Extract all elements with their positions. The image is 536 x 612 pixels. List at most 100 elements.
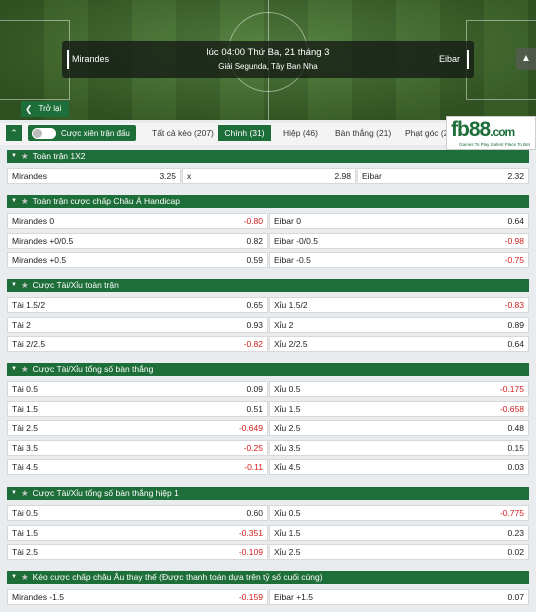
odds-value: 0.23: [507, 528, 524, 538]
odds-value: 0.02: [507, 547, 524, 557]
odds-value: -0.98: [504, 236, 524, 246]
star-icon[interactable]: ★: [21, 279, 29, 292]
back-label: Trở lại: [38, 104, 62, 113]
section-header[interactable]: ▼ ★ Toàn trận cược chấp Châu Á Handicap: [7, 195, 529, 208]
odds-value: -0.82: [243, 339, 263, 349]
odds-cell[interactable]: Xỉu 2/2.5 0.64: [269, 336, 529, 352]
caret-down-icon[interactable]: ▼: [11, 150, 17, 163]
collapse-all-icon[interactable]: ⌃: [6, 125, 22, 141]
odds-row: Mirandes 0 -0.80 Eibar 0 0.64: [7, 213, 529, 229]
odds-row: Tài 1.5 0.51 Xỉu 1.5 -0.658: [7, 401, 529, 417]
odds-value: 0.09: [246, 384, 263, 394]
selection-label: Xỉu 3.5: [274, 443, 301, 453]
pin-icon[interactable]: ▲: [516, 48, 536, 70]
caret-down-icon[interactable]: ▼: [11, 571, 17, 584]
odds-value: 0.15: [507, 443, 524, 453]
odds-row: Mirandes -1.5 -0.159 Eibar +1.5 0.07: [7, 589, 529, 605]
odds-cell[interactable]: Xỉu 4.5 0.03: [269, 459, 529, 475]
selection-label: Tài 1.5: [12, 528, 38, 538]
odds-cell[interactable]: Eibar 2.32: [357, 168, 529, 184]
odds-row: Tài 1.5/2 0.65 Xỉu 1.5/2 -0.83: [7, 297, 529, 313]
odds-cell[interactable]: Xỉu 0.5 -0.175: [269, 381, 529, 397]
section-header[interactable]: ▼ ★ Cược Tài/Xỉu toàn trận: [7, 279, 529, 292]
odds-cell[interactable]: Tài 2.5 -0.109: [7, 544, 268, 560]
odds-cell[interactable]: Tài 1.5 0.51: [7, 401, 268, 417]
section-header[interactable]: ▼ ★ Kèo cược chấp châu Âu thay thế (Được t…: [7, 571, 529, 584]
odds-cell[interactable]: Xỉu 2 0.89: [269, 317, 529, 333]
odds-cell[interactable]: x 2.98: [182, 168, 356, 184]
odds-cell[interactable]: Tài 1.5/2 0.65: [7, 297, 268, 313]
selection-label: Eibar -0/0.5: [274, 236, 318, 246]
odds-cell[interactable]: Mirandes +0/0.5 0.82: [7, 233, 268, 249]
section-title: Toàn trận cược chấp Châu Á Handicap: [32, 196, 180, 206]
selection-label: Eibar +1.5: [274, 592, 313, 602]
odds-value: -0.83: [504, 300, 524, 310]
star-icon[interactable]: ★: [21, 150, 29, 163]
caret-down-icon[interactable]: ▼: [11, 195, 17, 208]
selection-label: Xỉu 4.5: [274, 462, 301, 472]
selection-label: Xỉu 0.5: [274, 384, 301, 394]
odds-cell[interactable]: Tài 2.5 -0.649: [7, 420, 268, 436]
odds-value: -0.11: [244, 462, 263, 472]
toggle-switch[interactable]: [32, 127, 56, 139]
odds-cell[interactable]: Xỉu 2.5 0.02: [269, 544, 529, 560]
odds-cell[interactable]: Xỉu 0.5 -0.775: [269, 505, 529, 521]
section-header[interactable]: ▼ ★ Toàn trận 1X2: [7, 150, 529, 163]
section-header[interactable]: ▼ ★ Cược Tài/Xỉu tổng số bàn thắng: [7, 363, 529, 376]
odds-value: 0.82: [246, 236, 263, 246]
odds-value: -0.75: [504, 255, 524, 265]
caret-down-icon[interactable]: ▼: [11, 487, 17, 500]
selection-label: Xỉu 2.5: [274, 423, 301, 433]
odds-cell[interactable]: Eibar -0/0.5 -0.98: [269, 233, 529, 249]
odds-cell[interactable]: Mirandes +0.5 0.59: [7, 252, 268, 268]
odds-cell[interactable]: Tài 0.5 0.09: [7, 381, 268, 397]
odds-row: Tài 4.5 -0.11 Xỉu 4.5 0.03: [7, 459, 529, 475]
back-button[interactable]: ❮ Trở lại: [21, 101, 70, 117]
odds-cell[interactable]: Eibar 0 0.64: [269, 213, 529, 229]
odds-value: 0.07: [507, 592, 524, 602]
selection-label: Eibar -0.5: [274, 255, 311, 265]
odds-cell[interactable]: Tài 0.5 0.60: [7, 505, 268, 521]
tab-goals[interactable]: Bàn thắng (21): [329, 125, 397, 141]
odds-cell[interactable]: Mirandes -1.5 -0.159: [7, 589, 268, 605]
star-icon[interactable]: ★: [21, 363, 29, 376]
odds-cell[interactable]: Tài 1.5 -0.351: [7, 525, 268, 541]
odds-cell[interactable]: Xỉu 1.5 -0.658: [269, 401, 529, 417]
tab-half[interactable]: Hiệp (46): [277, 125, 324, 141]
odds-cell[interactable]: Xỉu 1.5 0.23: [269, 525, 529, 541]
selection-label: Tài 1.5/2: [12, 300, 46, 310]
odds-cell[interactable]: Xỉu 3.5 0.15: [269, 440, 529, 456]
star-icon[interactable]: ★: [21, 487, 29, 500]
odds-value: 2.98: [334, 171, 351, 181]
odds-value: 0.59: [246, 255, 263, 265]
odds-row: Tài 0.5 0.60 Xỉu 0.5 -0.775: [7, 505, 529, 521]
tab-main[interactable]: Chính (31): [218, 125, 271, 141]
section-header[interactable]: ▼ ★ Cược Tài/Xỉu tổng số bàn thắng hiệp 1: [7, 487, 529, 500]
odds-cell[interactable]: Mirandes 0 -0.80: [7, 213, 268, 229]
parlay-toggle[interactable]: Cược xiên trận đấu: [28, 125, 136, 141]
star-icon[interactable]: ★: [21, 195, 29, 208]
selection-label: Mirandes +0/0.5: [12, 236, 74, 246]
away-team-marker: [467, 50, 469, 69]
odds-row: Tài 0.5 0.09 Xỉu 0.5 -0.175: [7, 381, 529, 397]
caret-down-icon[interactable]: ▼: [11, 363, 17, 376]
fb88-logo: fb88.com Games To Play Safest Place To B…: [446, 116, 536, 150]
odds-cell[interactable]: Eibar +1.5 0.07: [269, 589, 529, 605]
odds-cell[interactable]: Tài 2/2.5 -0.82: [7, 336, 268, 352]
pitch-left-box: [0, 20, 70, 100]
odds-value: -0.775: [499, 508, 524, 518]
odds-cell[interactable]: Tài 2 0.93: [7, 317, 268, 333]
odds-cell[interactable]: Eibar -0.5 -0.75: [269, 252, 529, 268]
caret-down-icon[interactable]: ▼: [11, 279, 17, 292]
odds-cell[interactable]: Xỉu 1.5/2 -0.83: [269, 297, 529, 313]
star-icon[interactable]: ★: [21, 571, 29, 584]
parlay-label: Cược xiên trận đấu: [61, 128, 130, 138]
odds-cell[interactable]: Xỉu 2.5 0.48: [269, 420, 529, 436]
odds-cell[interactable]: Tài 3.5 -0.25: [7, 440, 268, 456]
odds-cell[interactable]: Mirandes 3.25: [7, 168, 181, 184]
selection-label: Eibar 0: [274, 216, 301, 226]
selection-label: Xỉu 1.5: [274, 404, 301, 414]
odds-cell[interactable]: Tài 4.5 -0.11: [7, 459, 268, 475]
odds-value: -0.25: [243, 443, 263, 453]
tab-all[interactable]: Tất cả kèo (207): [146, 125, 220, 141]
